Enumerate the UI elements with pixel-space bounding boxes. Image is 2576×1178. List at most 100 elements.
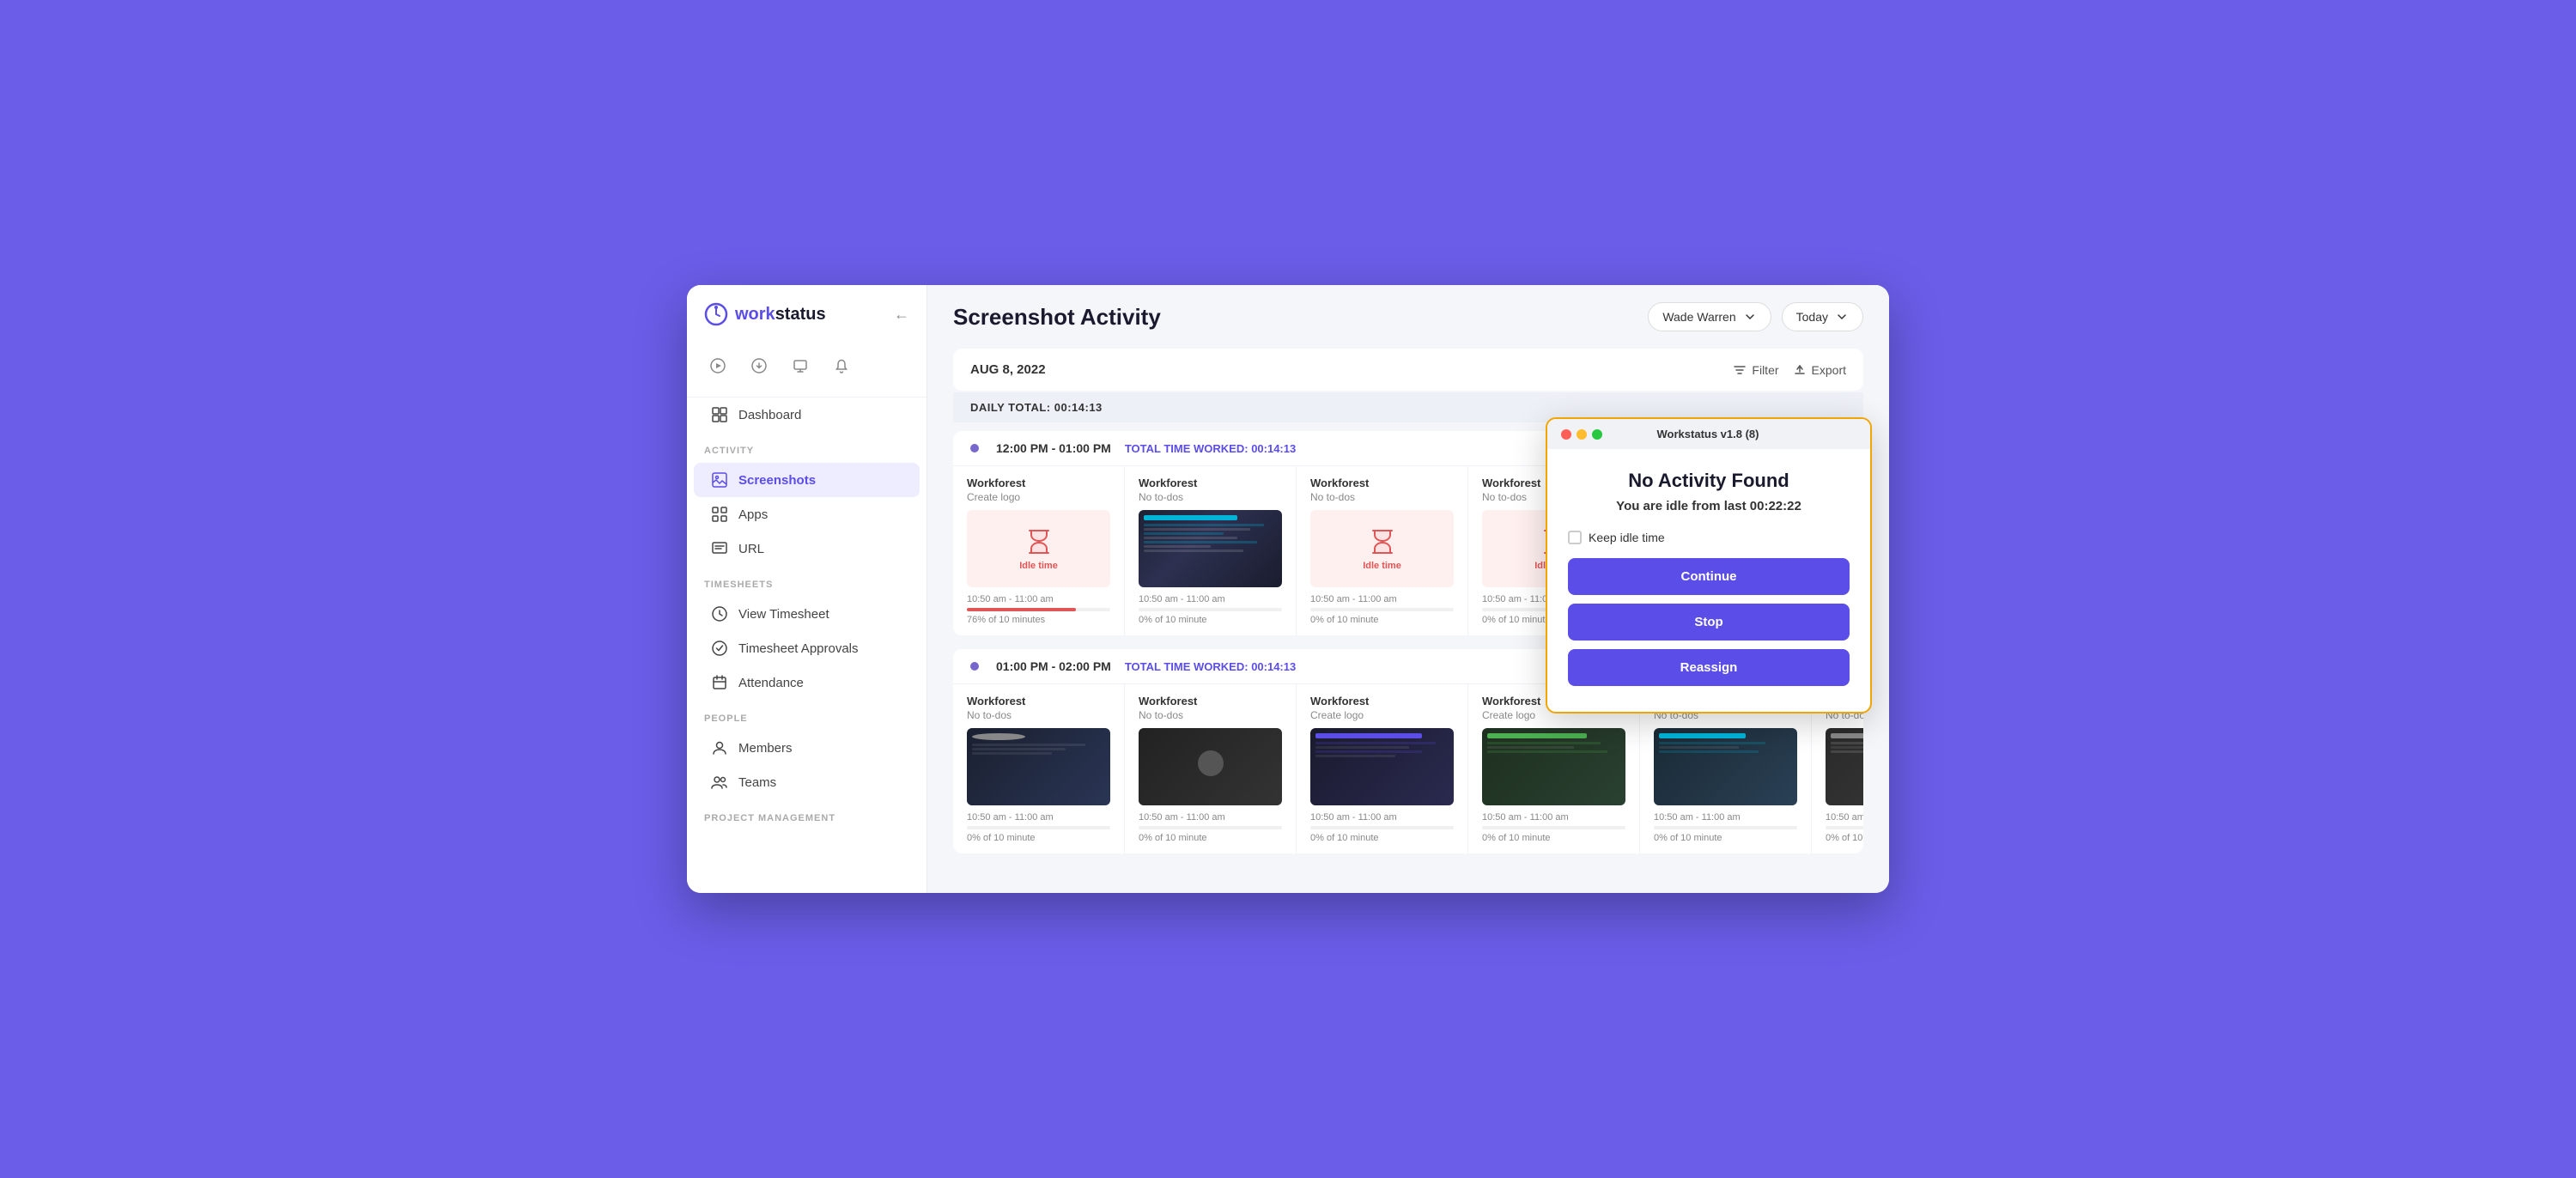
time-range-2: 01:00 PM - 02:00 PM	[996, 659, 1111, 673]
sidebar-item-apps[interactable]: Apps	[694, 497, 920, 531]
card-time: 10:50 am - 11:00 am	[1139, 812, 1282, 823]
user-dropdown[interactable]: Wade Warren	[1648, 302, 1771, 331]
card-percent: 0% of 10 minute	[1654, 833, 1797, 843]
card-image-screenshot[interactable]	[1826, 728, 1863, 805]
export-icon	[1793, 363, 1807, 377]
sidebar-item-dashboard[interactable]: Dashboard	[694, 398, 920, 432]
overlay: Workstatus v1.8 (8) No Activity Found Yo…	[1546, 417, 1872, 713]
sidebar-item-timesheet-approvals[interactable]: Timesheet Approvals	[694, 631, 920, 665]
check-circle-icon	[711, 640, 728, 657]
card-progress-bar	[1826, 826, 1863, 829]
sidebar-item-teams[interactable]: Teams	[694, 765, 920, 799]
url-icon	[711, 540, 728, 557]
card-percent: 0% of 10 minute	[967, 833, 1110, 843]
card-image-screenshot[interactable]	[1139, 510, 1282, 587]
card-image-screenshot[interactable]	[1310, 728, 1454, 805]
reassign-button[interactable]: Reassign	[1568, 649, 1850, 686]
popup-subtext: You are idle from last 00:22:22	[1568, 499, 1850, 513]
date-label: AUG 8, 2022	[970, 362, 1046, 377]
card-progress-bar	[1310, 826, 1454, 829]
monitor-icon[interactable]	[787, 352, 814, 380]
sidebar-item-timesheet-approvals-label: Timesheet Approvals	[738, 641, 859, 656]
card-progress-fill	[967, 608, 1076, 611]
minimize-traffic-light[interactable]	[1577, 429, 1587, 440]
screenshot-card: Workforest No to-dos	[1125, 466, 1297, 635]
card-time: 10:50 am - 11:00 am	[1654, 812, 1797, 823]
export-btn[interactable]: Export	[1793, 363, 1846, 377]
total-time-worked-2: TOTAL TIME WORKED: 00:14:13	[1125, 660, 1296, 673]
card-percent: 0% of 10 minute	[1139, 833, 1282, 843]
keep-idle-row: Keep idle time	[1568, 531, 1850, 544]
sidebar-item-screenshots[interactable]: Screenshots	[694, 463, 920, 497]
card-percent: 76% of 10 minutes	[967, 615, 1110, 625]
card-progress-bar	[1482, 826, 1625, 829]
date-actions: Filter Export	[1733, 363, 1846, 377]
card-app-name: Workforest	[1139, 477, 1282, 489]
sidebar-item-apps-label: Apps	[738, 507, 768, 522]
idle-icon: Idle time	[1363, 526, 1401, 571]
screenshot-card: Workforest Create logo Idle time	[953, 466, 1125, 635]
content-area: AUG 8, 2022 Filter Export DAILY TOTAL: 0…	[927, 349, 1889, 893]
idle-label: Idle time	[1363, 561, 1401, 571]
sidebar-item-url[interactable]: URL	[694, 531, 920, 566]
keep-idle-checkbox[interactable]	[1568, 531, 1582, 544]
play-icon[interactable]	[704, 352, 732, 380]
popup-title-text: Workstatus v1.8 (8)	[1657, 428, 1759, 440]
popup-heading: No Activity Found	[1568, 470, 1850, 492]
card-time: 10:50 am - 11:00 am	[1826, 812, 1863, 823]
card-percent: 0% of 10 minute	[1310, 833, 1454, 843]
clock-icon	[711, 605, 728, 622]
traffic-lights	[1561, 429, 1602, 440]
sidebar-logo-area: workstatus ←	[687, 302, 927, 343]
keep-idle-label: Keep idle time	[1589, 531, 1665, 544]
workstatus-logo-icon	[704, 302, 728, 326]
card-app-name: Workforest	[967, 695, 1110, 707]
date-bar: AUG 8, 2022 Filter Export	[953, 349, 1863, 391]
sidebar-item-attendance-label: Attendance	[738, 676, 804, 690]
card-image-screenshot[interactable]	[967, 728, 1110, 805]
maximize-traffic-light[interactable]	[1592, 429, 1602, 440]
download-icon[interactable]	[745, 352, 773, 380]
sidebar-item-members[interactable]: Members	[694, 731, 920, 765]
card-progress-bar	[967, 826, 1110, 829]
card-progress-bar	[1139, 826, 1282, 829]
hourglass-icon	[1024, 526, 1054, 557]
users-icon	[711, 774, 728, 791]
chevron-down-icon	[1743, 310, 1757, 324]
top-bar: Screenshot Activity Wade Warren Today	[927, 285, 1889, 349]
sidebar-item-attendance[interactable]: Attendance	[694, 665, 920, 700]
sidebar-item-view-timesheet[interactable]: View Timesheet	[694, 597, 920, 631]
card-image-screenshot[interactable]	[1482, 728, 1625, 805]
date-dropdown[interactable]: Today	[1782, 302, 1863, 331]
sidebar-item-view-timesheet-label: View Timesheet	[738, 607, 829, 622]
continue-button[interactable]: Continue	[1568, 558, 1850, 595]
screenshot-card: Workforest No to-dos 10:50 am - 11:00 am…	[1125, 684, 1297, 853]
total-time-worked-1: TOTAL TIME WORKED: 00:14:13	[1125, 442, 1296, 455]
apps-icon	[711, 506, 728, 523]
card-image-screenshot[interactable]	[1654, 728, 1797, 805]
card-percent: 0% of 10 minute	[1139, 615, 1282, 625]
bell-icon[interactable]	[828, 352, 855, 380]
card-task: No to-dos	[967, 709, 1110, 721]
stop-button[interactable]: Stop	[1568, 604, 1850, 641]
card-time: 10:50 am - 11:00 am	[1310, 812, 1454, 823]
top-bar-controls: Wade Warren Today	[1648, 302, 1863, 331]
idle-label: Idle time	[1019, 561, 1058, 571]
idle-icon: Idle time	[1019, 526, 1058, 571]
main-content: Screenshot Activity Wade Warren Today AU…	[927, 285, 1889, 893]
close-traffic-light[interactable]	[1561, 429, 1571, 440]
page-title: Screenshot Activity	[953, 304, 1161, 331]
card-time: 10:50 am - 11:00 am	[1139, 594, 1282, 604]
card-image-idle: Idle time	[1310, 510, 1454, 587]
card-time: 10:50 am - 11:00 am	[1482, 812, 1625, 823]
sidebar-collapse-btn[interactable]: ←	[894, 306, 909, 324]
card-time: 10:50 am - 11:00 am	[967, 594, 1110, 604]
card-app-name: Workforest	[967, 477, 1110, 489]
calendar-icon	[711, 674, 728, 691]
filter-btn[interactable]: Filter	[1733, 363, 1778, 377]
card-progress-bar	[1139, 608, 1282, 611]
grid-icon	[711, 406, 728, 423]
card-percent: 0% of 10 minute	[1310, 615, 1454, 625]
popup-body: No Activity Found You are idle from last…	[1547, 449, 1870, 712]
card-image-screenshot[interactable]	[1139, 728, 1282, 805]
